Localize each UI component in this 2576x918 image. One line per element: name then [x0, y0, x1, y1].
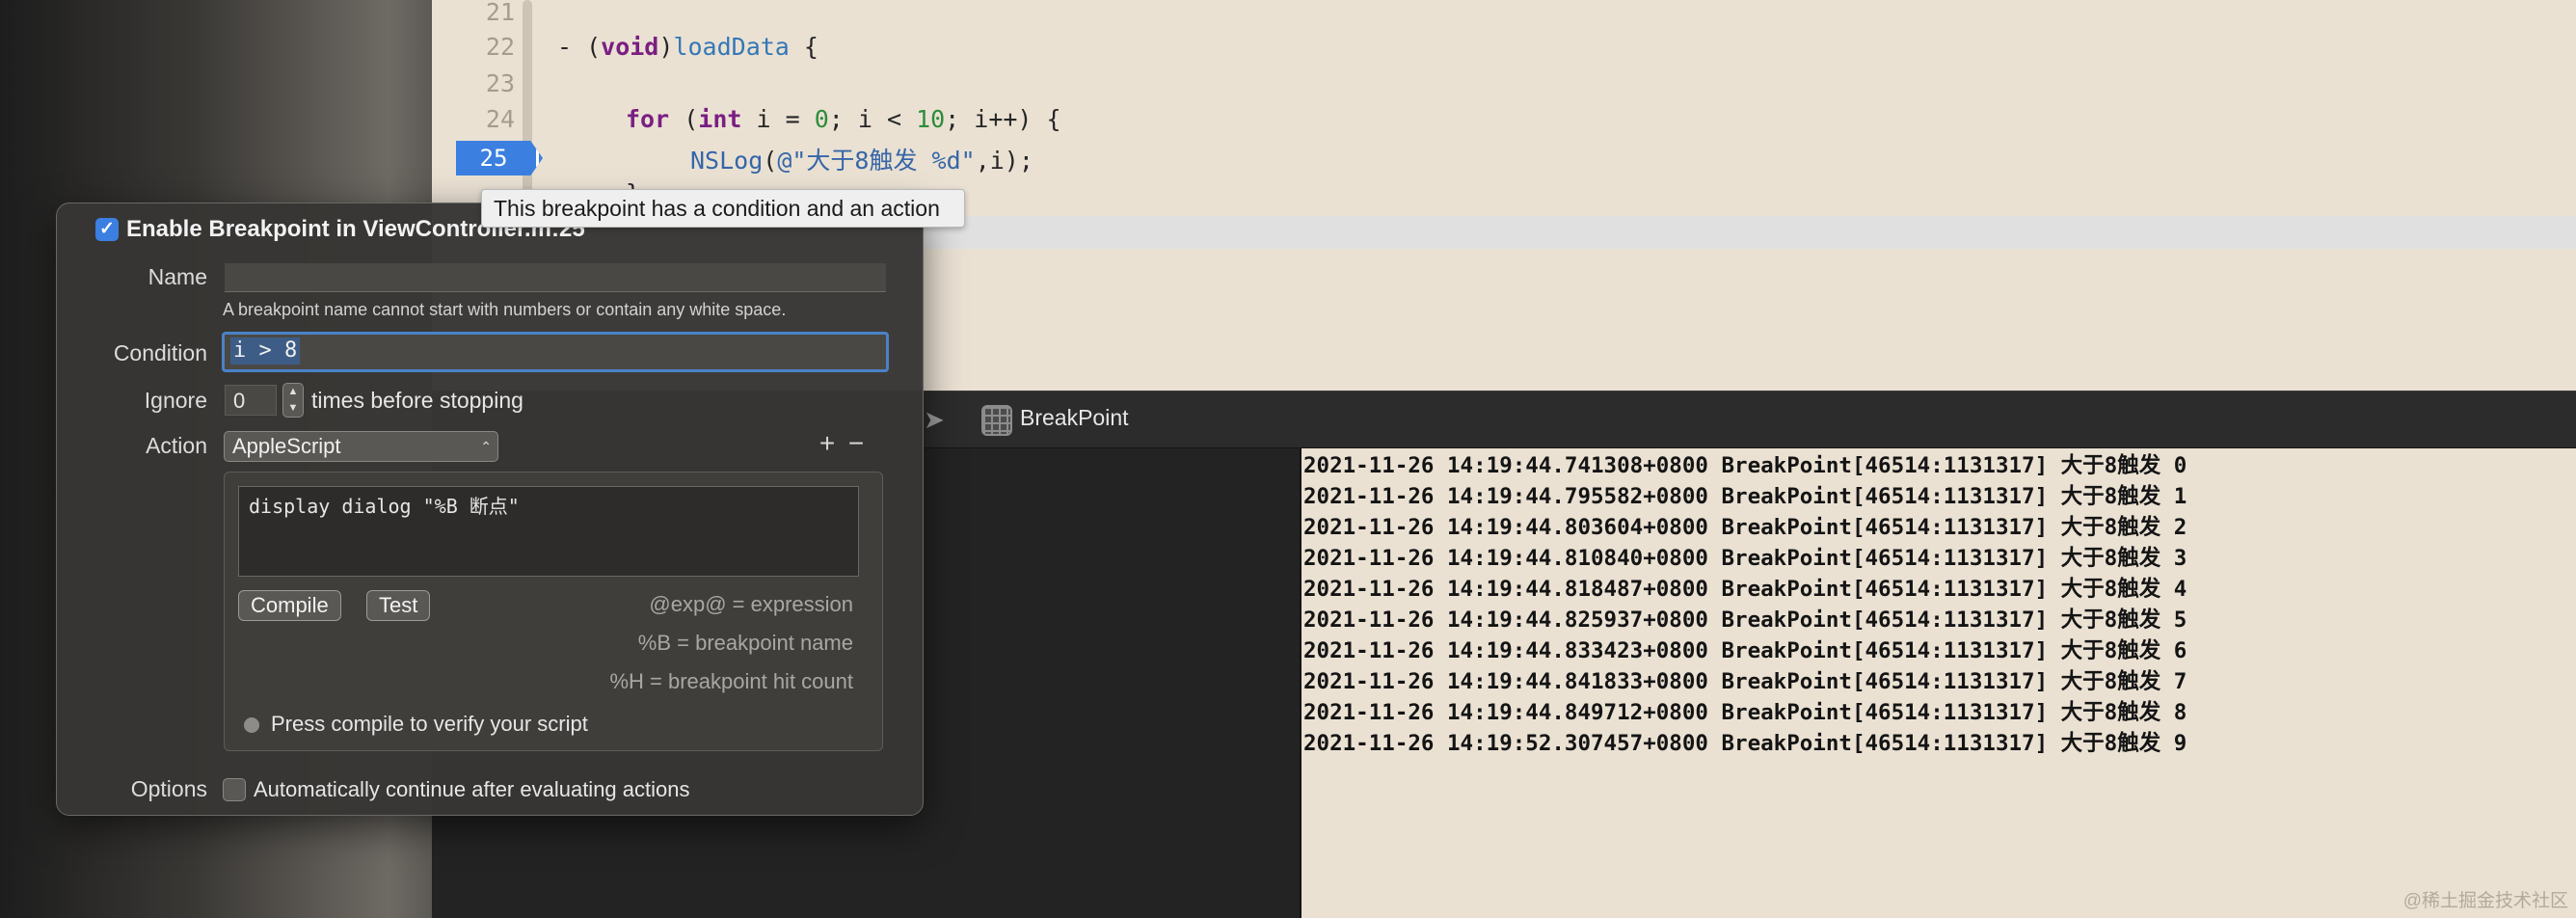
breakpoint-tooltip: This breakpoint has a condition and an a… — [481, 189, 965, 228]
ignore-suffix: times before stopping — [311, 388, 523, 413]
console-line: 2021-11-26 14:19:44.803604+0800 BreakPoi… — [1303, 515, 2187, 540]
line-number: 22 — [485, 33, 515, 61]
line-number: 21 — [485, 0, 515, 26]
ignore-count-field[interactable]: 0 — [225, 385, 277, 416]
console-line: 2021-11-26 14:19:44.849712+0800 BreakPoi… — [1303, 700, 2187, 725]
legend-expression: @exp@ = expression — [649, 592, 853, 616]
remove-action-button[interactable]: − — [845, 429, 867, 458]
app-name[interactable]: BreakPoint — [1020, 405, 1129, 431]
condition-field[interactable]: i > 8 — [222, 332, 889, 372]
status-dot-icon — [244, 717, 259, 733]
action-panel: display dialog "%B 断点" Compile Test @exp… — [224, 472, 883, 751]
enable-breakpoint-checkbox[interactable]: ✓ — [95, 218, 119, 241]
compile-button[interactable]: Compile — [238, 590, 341, 621]
console-output[interactable]: 2021-11-26 14:19:44.741308+0800 BreakPoi… — [1300, 448, 2576, 918]
add-action-button[interactable]: + — [817, 429, 838, 458]
breakpoint-popover: ✓ Enable Breakpoint in ViewController.m:… — [56, 202, 924, 816]
condition-value: i > 8 — [230, 338, 301, 364]
location-arrow-icon[interactable]: ➤ — [924, 405, 953, 434]
name-label: Name — [148, 264, 207, 289]
console-line: 2021-11-26 14:19:52.307457+0800 BreakPoi… — [1303, 731, 2187, 756]
action-type-select[interactable]: AppleScript ⌃ — [224, 431, 498, 462]
name-field[interactable] — [225, 263, 886, 292]
legend-breakpoint-name: %B = breakpoint name — [637, 631, 853, 655]
ignore-stepper[interactable]: ▲ ▼ — [282, 383, 304, 418]
code-line-24[interactable]: for (int i = 0; i < 10; i++) { — [626, 105, 1061, 133]
console-line: 2021-11-26 14:19:44.795582+0800 BreakPoi… — [1303, 484, 2187, 509]
breakpoint-marker[interactable]: 25 — [456, 141, 543, 176]
console-line: 2021-11-26 14:19:44.810840+0800 BreakPoi… — [1303, 546, 2187, 571]
code-line-25[interactable]: NSLog(@"大于8触发 %d",i); — [690, 142, 1033, 176]
line-number: 24 — [485, 105, 515, 133]
code-line-22[interactable]: - (void)loadData { — [557, 33, 818, 61]
condition-label: Condition — [113, 340, 207, 365]
action-label: Action — [146, 433, 207, 458]
console-line: 2021-11-26 14:19:44.825937+0800 BreakPoi… — [1303, 608, 2187, 633]
options-label: Options — [130, 776, 207, 801]
name-hint: A breakpoint name cannot start with numb… — [223, 300, 787, 319]
chevron-updown-icon: ⌃ — [480, 439, 492, 454]
console-line: 2021-11-26 14:19:44.818487+0800 BreakPoi… — [1303, 577, 2187, 602]
app-icon — [981, 405, 1012, 436]
ignore-label: Ignore — [144, 388, 207, 413]
legend-hit-count: %H = breakpoint hit count — [609, 669, 853, 693]
line-number: 23 — [485, 69, 515, 97]
compile-status-text: Press compile to verify your script — [271, 712, 588, 736]
auto-continue-checkbox[interactable] — [223, 778, 246, 801]
watermark: @稀土掘金技术社区 — [2402, 891, 2568, 911]
console-line: 2021-11-26 14:19:44.741308+0800 BreakPoi… — [1303, 453, 2187, 478]
auto-continue-label: Automatically continue after evaluating … — [254, 777, 690, 801]
console-line: 2021-11-26 14:19:44.841833+0800 BreakPoi… — [1303, 669, 2187, 694]
console-line: 2021-11-26 14:19:44.833423+0800 BreakPoi… — [1303, 638, 2187, 663]
script-editor[interactable]: display dialog "%B 断点" — [238, 486, 859, 577]
test-button[interactable]: Test — [366, 590, 431, 621]
